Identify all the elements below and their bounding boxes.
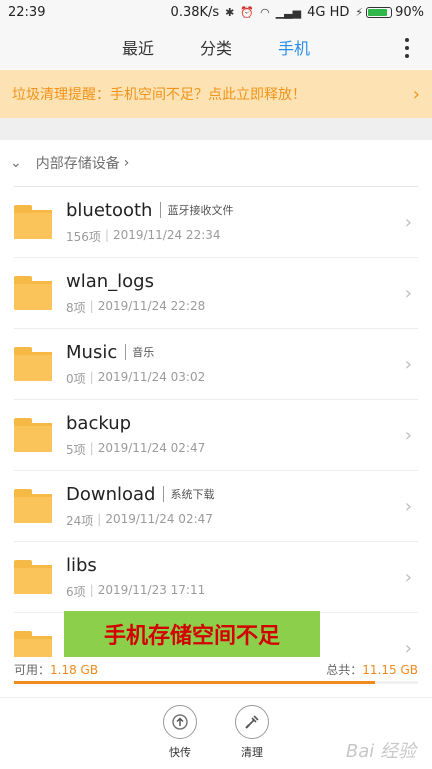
chevron-right-icon: › (404, 282, 412, 304)
folder-icon (14, 489, 52, 523)
file-name: wlan_logs (66, 270, 154, 292)
action-label: 清理 (241, 746, 263, 759)
tab-recent[interactable]: 最近 (122, 35, 154, 59)
storage-warning-overlay: 手机存储空间不足 (64, 611, 320, 657)
folder-icon (14, 418, 52, 452)
chevron-right-icon: › (404, 495, 412, 517)
breadcrumb[interactable]: ⌄ 内部存储设备 › (0, 140, 432, 186)
status-bar: 22:39 0.38K/s ✱ ⏰ ◠ ▁▃▅ 4G HD ⚡ 90% (0, 0, 432, 24)
folder-icon (14, 276, 52, 310)
list-item[interactable]: Download 系统下载 24项 | 2019/11/24 02:47 › (14, 471, 418, 542)
list-item[interactable]: backup 5项 | 2019/11/24 02:47 › (14, 400, 418, 471)
file-description: 系统下载 (163, 486, 214, 502)
folder-icon (14, 205, 52, 239)
bottom-action-bar: 快传 清理 Bai 经验 (0, 697, 432, 769)
cleanup-reminder-banner[interactable]: 垃圾清理提醒：手机空间不足？点此立即释放！ › (0, 70, 432, 118)
status-time: 22:39 (8, 4, 46, 20)
top-navigation: 最近 分类 手机 (0, 24, 432, 70)
list-item[interactable]: bluetooth 蓝牙接收文件 156项 | 2019/11/24 22:34 › (14, 187, 418, 258)
item-count: 156项 (66, 229, 101, 244)
total-value: 11.15 GB (362, 663, 418, 677)
chevron-right-icon: › (404, 424, 412, 446)
watermark-logo: Bai 经验 (345, 741, 416, 762)
tab-phone[interactable]: 手机 (278, 35, 310, 59)
chevron-right-icon: › (404, 637, 412, 658)
item-count: 6项 (66, 584, 86, 599)
modified-date: 2019/11/24 03:02 (97, 369, 206, 384)
network-speed: 0.38K/s (170, 4, 220, 20)
file-description: 蓝牙接收文件 (160, 202, 233, 218)
modified-date: 2019/11/24 02:47 (97, 440, 206, 455)
item-count: 8项 (66, 300, 86, 315)
chevron-right-icon: › (404, 566, 412, 588)
file-name: backup (66, 412, 132, 434)
list-item[interactable]: wlan_logs 8项 | 2019/11/24 22:28 › (14, 258, 418, 329)
folder-icon (14, 631, 52, 657)
folder-icon (14, 347, 52, 381)
chevron-down-icon[interactable]: ⌄ (10, 155, 22, 171)
item-count: 24项 (66, 513, 94, 528)
upload-icon (163, 705, 197, 739)
chevron-right-icon: › (412, 83, 420, 105)
available-value: 1.18 GB (50, 663, 99, 677)
quick-transfer-button[interactable]: 快传 (154, 705, 206, 769)
folder-icon (14, 560, 52, 594)
storage-progress-fill (14, 681, 376, 684)
file-name: Music (66, 341, 118, 363)
breadcrumb-chevron-icon: › (123, 155, 130, 171)
file-list: bluetooth 蓝牙接收文件 156项 | 2019/11/24 22:34 › … (0, 187, 432, 657)
section-divider (0, 118, 432, 140)
bluetooth-icon: ✱ (225, 5, 235, 19)
clean-button[interactable]: 清理 (226, 705, 278, 769)
available-label: 可用： (14, 663, 51, 677)
battery-level-fill (368, 8, 388, 16)
file-name: Download (66, 483, 156, 505)
chevron-right-icon: › (404, 353, 412, 375)
item-count: 5项 (66, 442, 86, 457)
modified-date: 2019/11/24 22:34 (112, 227, 221, 242)
signal-icon: ▁▃▅ (275, 5, 302, 19)
status-icons: 0.38K/s ✱ ⏰ ◠ ▁▃▅ 4G HD ⚡ 90% (171, 5, 424, 20)
banner-text: 垃圾清理提醒：手机空间不足？点此立即释放！ (12, 87, 306, 103)
more-vertical-icon[interactable] (404, 38, 410, 58)
file-description: 音乐 (125, 344, 154, 360)
storage-progress-track (14, 681, 418, 684)
wifi-icon: ◠ (260, 5, 270, 19)
modified-date: 2019/11/24 22:28 (97, 298, 206, 313)
battery-indicator: ⚡ 90% (355, 5, 424, 20)
chevron-right-icon: › (404, 211, 412, 233)
network-type: 4G HD (307, 4, 350, 20)
modified-date: 2019/11/23 17:11 (97, 582, 206, 597)
total-label: 总共： (326, 663, 363, 677)
battery-icon (366, 6, 393, 18)
file-name: bluetooth (66, 199, 153, 221)
action-label: 快传 (169, 746, 191, 759)
brush-icon (235, 705, 269, 739)
tab-category[interactable]: 分类 (200, 35, 232, 59)
charging-icon: ⚡ (355, 5, 364, 19)
item-count: 0项 (66, 371, 86, 386)
alarm-icon: ⏰ (240, 5, 255, 19)
modified-date: 2019/11/24 02:47 (105, 511, 213, 526)
list-item[interactable]: Music 音乐 0项 | 2019/11/24 03:02 › (14, 329, 418, 400)
breadcrumb-label: 内部存储设备 (35, 156, 120, 172)
battery-percent: 90% (395, 4, 424, 20)
list-item[interactable]: libs 6项 | 2019/11/23 17:11 › (14, 542, 418, 613)
file-name: libs (66, 554, 97, 576)
storage-info: 可用：1.18 GB 总共：11.15 GB (0, 657, 432, 697)
tab-bar: 最近 分类 手机 (122, 35, 310, 59)
